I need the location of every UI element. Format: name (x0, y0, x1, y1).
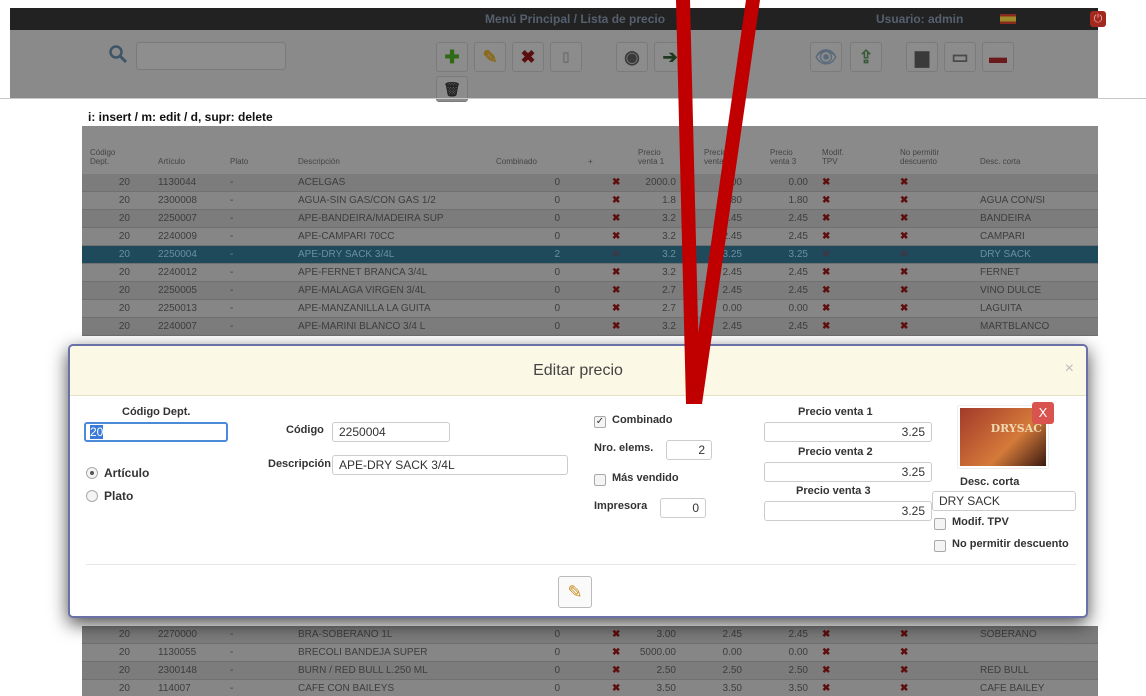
annotation-arrow-right (688, 0, 760, 404)
annotation-arrow-left (676, 0, 700, 404)
app-window: Menú Principal / Lista de precio Usuario… (0, 0, 1146, 696)
annotation-arrows (676, 0, 760, 404)
